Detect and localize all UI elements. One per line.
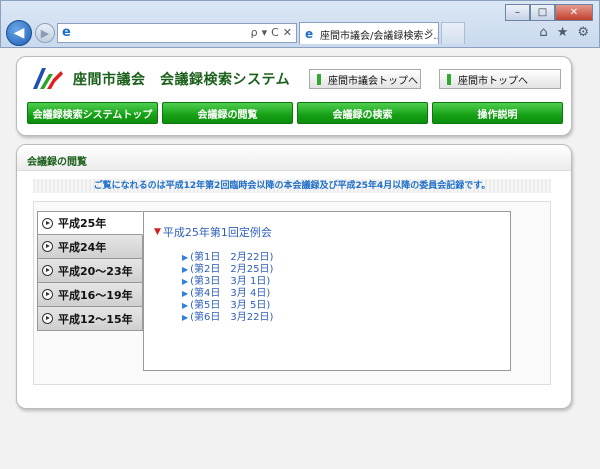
page-viewport: 座間市議会 会議録検索システム 座間市議会トップへ 座間市トップへ 会議録検索シ… bbox=[0, 48, 600, 469]
nav-instructions[interactable]: 操作説明 bbox=[432, 102, 563, 124]
dropdown-icon[interactable]: ▾ bbox=[262, 26, 268, 39]
city-top-link[interactable]: 座間市トップへ bbox=[439, 69, 561, 89]
date-label: (第1日 2月22日) bbox=[190, 252, 274, 263]
address-tools: ρ ▾ C ✕ bbox=[251, 26, 292, 39]
date-label: (第5日 3月 5日) bbox=[190, 300, 271, 311]
date-link[interactable]: ▶ (第5日 3月 5日) bbox=[182, 300, 273, 312]
stop-icon[interactable]: ✕ bbox=[283, 26, 292, 39]
year-tab-h12-15[interactable]: 平成12～15年 bbox=[37, 307, 143, 331]
triangle-right-icon: ▶ bbox=[182, 289, 189, 298]
meeting-date-list: ▶ (第1日 2月22日) ▶ (第2日 2月25日) ▶ (第3日 3月 1日) ▶… bbox=[182, 252, 273, 324]
search-icon[interactable]: ρ bbox=[251, 26, 258, 39]
triangle-right-icon: ▶ bbox=[182, 265, 189, 274]
date-link[interactable]: ▶ (第3日 3月 1日) bbox=[182, 276, 273, 288]
notice-text: ご覧になれるのは平成12年第2回臨時会以降の本会議録及び平成25年4月以降の委員… bbox=[33, 179, 551, 193]
play-circle-icon bbox=[42, 289, 53, 300]
play-circle-icon bbox=[42, 241, 53, 252]
city-top-link-label: 座間市トップへ bbox=[458, 75, 528, 87]
back-button[interactable]: ◀ bbox=[6, 20, 32, 46]
favorites-star-icon[interactable]: ★ bbox=[557, 25, 569, 40]
triangle-right-icon: ▶ bbox=[182, 313, 189, 322]
ie-logo-icon: e bbox=[62, 25, 71, 40]
date-label: (第6日 3月22日) bbox=[190, 312, 274, 323]
date-label: (第3日 3月 1日) bbox=[190, 276, 271, 287]
browser-chrome: – □ ✕ ◀ ▶ e ρ ▾ C ✕ e 座間市議会/会議録検索シ... × … bbox=[0, 0, 600, 48]
tab-title: 座間市議会/会議録検索シ... bbox=[320, 31, 439, 42]
date-link[interactable]: ▶ (第6日 3月22日) bbox=[182, 312, 273, 324]
year-tab-h20-23[interactable]: 平成20～23年 bbox=[37, 259, 143, 283]
site-title: 座間市議会 会議録検索システム bbox=[73, 72, 291, 88]
date-label: (第2日 2月25日) bbox=[190, 264, 274, 275]
back-arrow-icon: ◀ bbox=[13, 25, 25, 41]
forward-arrow-icon: ▶ bbox=[40, 26, 50, 40]
year-tab-label: 平成24年 bbox=[58, 240, 107, 254]
minimize-button[interactable]: – bbox=[505, 4, 530, 21]
year-tab-h16-19[interactable]: 平成16～19年 bbox=[37, 283, 143, 307]
date-link[interactable]: ▶ (第4日 3月 4日) bbox=[182, 288, 273, 300]
window-controls: – □ ✕ bbox=[505, 4, 593, 21]
meeting-panel: ▼ 平成25年第1回定例会 ▶ (第1日 2月22日) ▶ (第2日 2月25日) … bbox=[143, 211, 511, 371]
council-top-link[interactable]: 座間市議会トップへ bbox=[309, 69, 421, 89]
forward-button[interactable]: ▶ bbox=[35, 23, 55, 43]
browser-tab-active[interactable]: e 座間市議会/会議録検索シ... × bbox=[299, 22, 439, 44]
nav-search-minutes[interactable]: 会議録の検索 bbox=[297, 102, 428, 124]
link-bar-icon bbox=[447, 74, 451, 85]
year-tab-label: 平成12～15年 bbox=[58, 312, 133, 326]
new-tab-button[interactable] bbox=[441, 22, 465, 44]
main-nav: 会議録検索システムトップ 会議録の閲覧 会議録の検索 操作説明 bbox=[27, 102, 563, 124]
year-tab-label: 平成16～19年 bbox=[58, 288, 133, 302]
date-link[interactable]: ▶ (第2日 2月25日) bbox=[182, 264, 273, 276]
meeting-title[interactable]: ▼ 平成25年第1回定例会 bbox=[154, 224, 272, 240]
triangle-down-icon: ▼ bbox=[154, 227, 161, 237]
year-tab-label: 平成25年 bbox=[58, 217, 107, 230]
content-panel: 会議録の閲覧 ご覧になれるのは平成12年第2回臨時会以降の本会議録及び平成25年… bbox=[16, 144, 572, 409]
play-circle-icon bbox=[42, 265, 53, 276]
triangle-right-icon: ▶ bbox=[182, 277, 189, 286]
maximize-button[interactable]: □ bbox=[530, 4, 555, 21]
triangle-right-icon: ▶ bbox=[182, 301, 189, 310]
address-bar[interactable]: e ρ ▾ C ✕ bbox=[57, 23, 297, 43]
refresh-icon[interactable]: C bbox=[271, 26, 279, 39]
ie-tab-icon: e bbox=[305, 27, 314, 41]
play-circle-icon bbox=[42, 313, 53, 324]
home-icon[interactable]: ⌂ bbox=[539, 25, 547, 40]
play-circle-icon bbox=[42, 217, 53, 229]
nav-search-system-top[interactable]: 会議録検索システムトップ bbox=[27, 102, 158, 124]
year-tab-h24[interactable]: 平成24年 bbox=[37, 235, 143, 259]
meeting-title-label: 平成25年第1回定例会 bbox=[162, 226, 272, 239]
nav-browse-minutes[interactable]: 会議録の閲覧 bbox=[162, 102, 293, 124]
zama-city-logo-icon bbox=[33, 68, 63, 89]
site-header: 座間市議会 会議録検索システム 座間市議会トップへ 座間市トップへ 会議録検索シ… bbox=[16, 56, 572, 136]
settings-gear-icon[interactable]: ⚙ bbox=[577, 25, 589, 40]
section-title: 会議録の閲覧 bbox=[17, 145, 571, 171]
year-tab-list: 平成25年 平成24年 平成20～23年 平成16～19年 平成12～15年 bbox=[37, 211, 143, 331]
link-bar-icon bbox=[317, 74, 321, 85]
year-tab-label: 平成20～23年 bbox=[58, 264, 133, 278]
date-label: (第4日 3月 4日) bbox=[190, 288, 271, 299]
close-window-button[interactable]: ✕ bbox=[555, 4, 593, 21]
triangle-right-icon: ▶ bbox=[182, 253, 189, 262]
browser-toolbar-icons: ⌂ ★ ⚙ bbox=[539, 25, 589, 40]
year-tab-h25[interactable]: 平成25年 bbox=[37, 211, 143, 235]
date-link[interactable]: ▶ (第1日 2月22日) bbox=[182, 252, 273, 264]
council-top-link-label: 座間市議会トップへ bbox=[328, 75, 418, 87]
tab-close-icon[interactable]: × bbox=[426, 27, 434, 38]
